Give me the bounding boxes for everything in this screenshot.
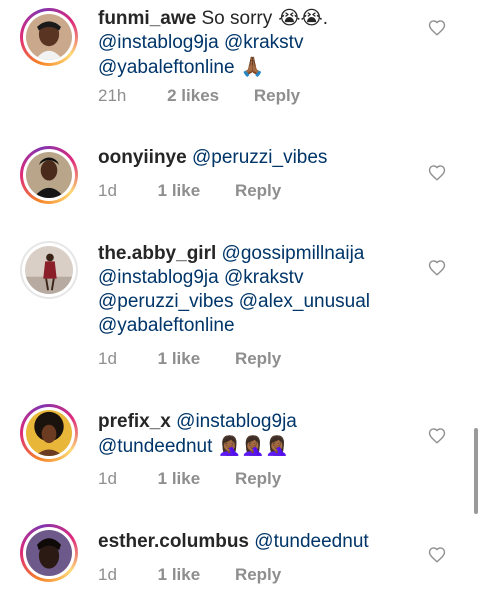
mention-link[interactable]: @tundeednut bbox=[98, 436, 212, 457]
comment-item: the.abby_girl @gossipmillnaija @instablo… bbox=[0, 236, 480, 386]
mention-link[interactable]: @krakstv bbox=[224, 267, 303, 288]
avatar[interactable] bbox=[20, 146, 78, 204]
comment-time: 1d bbox=[98, 181, 117, 200]
comment-username[interactable]: prefix_x bbox=[98, 411, 171, 432]
comment-time: 21h bbox=[98, 86, 127, 105]
avatar[interactable] bbox=[20, 241, 78, 299]
comment-text: the.abby_girl @gossipmillnaija @instablo… bbox=[98, 242, 408, 338]
mention-link[interactable]: @yabaleftonline bbox=[98, 57, 235, 78]
avatar[interactable] bbox=[20, 524, 78, 582]
profile-photo bbox=[25, 246, 73, 294]
comment-text: esther.columbus @tundeednut bbox=[98, 530, 408, 554]
mention-link[interactable]: @instablog9ja bbox=[98, 267, 219, 288]
comment-text: funmi_awe So sorry 😭😭. @instablog9ja @kr… bbox=[98, 6, 408, 80]
mention-link[interactable]: @alex_unusual bbox=[239, 291, 370, 312]
profile-photo bbox=[26, 14, 72, 60]
comment-text: prefix_x @instablog9ja @tundeednut 🤦🏾‍♀️… bbox=[98, 410, 408, 459]
profile-photo bbox=[26, 152, 72, 198]
mention-link[interactable]: @yabaleftonline bbox=[98, 315, 235, 336]
comment-meta: 1d 1 like Reply bbox=[98, 565, 281, 585]
comment-meta: 1d 1 like Reply bbox=[98, 349, 281, 369]
comment-item: prefix_x @instablog9ja @tundeednut 🤦🏾‍♀️… bbox=[0, 404, 480, 504]
likes-count[interactable]: 1 like bbox=[158, 469, 201, 489]
mention-link[interactable]: @instablog9ja bbox=[98, 32, 219, 53]
mention-link[interactable]: @peruzzi_vibes bbox=[192, 147, 327, 168]
reply-button[interactable]: Reply bbox=[235, 469, 281, 489]
mention-link[interactable]: @gossipmillnaija bbox=[222, 243, 365, 264]
reply-button[interactable]: Reply bbox=[254, 86, 300, 106]
reply-button[interactable]: Reply bbox=[235, 181, 281, 201]
comment-username[interactable]: funmi_awe bbox=[98, 8, 196, 29]
mention-link[interactable]: @tundeednut bbox=[254, 531, 368, 552]
comment-text: oonyiinye @peruzzi_vibes bbox=[98, 146, 408, 170]
mention-link[interactable]: @instablog9ja bbox=[176, 411, 297, 432]
comment-item: oonyiinye @peruzzi_vibes 1d 1 like Reply bbox=[0, 140, 480, 220]
reply-button[interactable]: Reply bbox=[235, 349, 281, 369]
comment-time: 1d bbox=[98, 349, 117, 368]
likes-count[interactable]: 2 likes bbox=[167, 86, 219, 106]
comments-list: funmi_awe So sorry 😭😭. @instablog9ja @kr… bbox=[0, 0, 480, 594]
comment-meta: 1d 1 like Reply bbox=[98, 469, 281, 489]
heart-outline-icon[interactable] bbox=[428, 164, 446, 182]
mention-link[interactable]: @krakstv bbox=[224, 32, 303, 53]
comment-body: So sorry bbox=[201, 8, 273, 29]
comment-body: . bbox=[322, 8, 328, 29]
avatar[interactable] bbox=[20, 8, 78, 66]
praying-hands-emoji: 🙏🏾 bbox=[234, 56, 265, 78]
mention-link[interactable]: @peruzzi_vibes bbox=[98, 291, 233, 312]
likes-count[interactable]: 1 like bbox=[158, 565, 201, 585]
heart-outline-icon[interactable] bbox=[428, 19, 446, 37]
facepalm-emoji: 🤦🏾‍♀️🤦🏾‍♀️🤦🏾‍♀️ bbox=[217, 435, 289, 457]
reply-button[interactable]: Reply bbox=[235, 565, 281, 585]
profile-photo bbox=[26, 530, 72, 576]
avatar[interactable] bbox=[20, 404, 78, 462]
profile-photo bbox=[26, 410, 72, 456]
likes-count[interactable]: 1 like bbox=[158, 181, 201, 201]
scrollbar[interactable] bbox=[474, 428, 478, 514]
comment-time: 1d bbox=[98, 469, 117, 488]
heart-outline-icon[interactable] bbox=[428, 546, 446, 564]
likes-count[interactable]: 1 like bbox=[158, 349, 201, 369]
comment-meta: 1d 1 like Reply bbox=[98, 181, 281, 201]
comment-item: funmi_awe So sorry 😭😭. @instablog9ja @kr… bbox=[0, 0, 480, 120]
heart-outline-icon[interactable] bbox=[428, 259, 446, 277]
comment-item: esther.columbus @tundeednut 1d 1 like Re… bbox=[0, 524, 480, 594]
comment-meta: 21h 2 likes Reply bbox=[98, 86, 300, 106]
comment-username[interactable]: oonyiinye bbox=[98, 147, 187, 168]
crying-emoji: 😭😭 bbox=[272, 7, 323, 29]
heart-outline-icon[interactable] bbox=[428, 427, 446, 445]
comment-time: 1d bbox=[98, 565, 117, 584]
comment-username[interactable]: the.abby_girl bbox=[98, 243, 216, 264]
comment-username[interactable]: esther.columbus bbox=[98, 531, 249, 552]
